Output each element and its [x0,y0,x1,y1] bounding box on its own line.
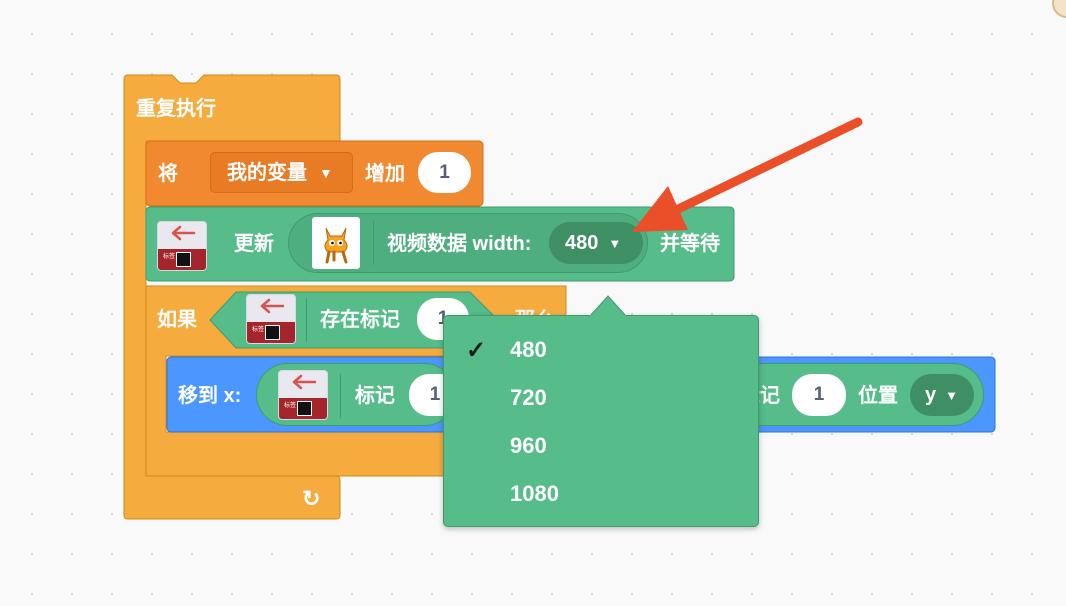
width-dropdown[interactable]: 480 ▼ [549,222,643,264]
marker-extension-icon: 标签 [246,294,296,344]
menu-item-480[interactable]: ✓ 480 [444,326,758,374]
scratch-cat-icon [324,227,348,264]
cat-sprite-thumbnail [312,217,360,269]
width-dropdown-menu: ✓ 480 720 960 1080 [443,315,759,527]
and-wait-label: 并等待 [660,233,720,255]
change-value-input[interactable]: 1 [418,152,471,193]
change-by-label: 增加 [365,163,405,185]
marker-label: 标记 [355,385,395,407]
width-value: 480 [565,232,599,254]
forever-label: 重复执行 [136,98,216,120]
dropdown-pointer [588,295,628,317]
marker-extension-icon: 标签 [278,370,328,420]
menu-item-720[interactable]: 720 [444,374,758,422]
goto-x-label: 移到 x: [178,385,242,407]
update-label: 更新 [234,233,274,255]
chevron-down-icon: ▼ [608,235,622,251]
change-label: 将 [158,163,178,185]
marker-y-input[interactable]: 1 [792,374,846,416]
if-label: 如果 [157,309,197,331]
variable-dropdown[interactable]: 我的变量 ▼ [210,152,353,193]
menu-item-1080[interactable]: 1080 [444,470,758,518]
menu-item-960[interactable]: 960 [444,422,758,470]
loop-arrow-icon: ↻ [302,486,321,511]
position-label: 位置 [858,385,898,407]
marker-extension-icon: 标签 [157,221,207,271]
axis-dropdown[interactable]: y ▼ [910,374,974,416]
chevron-down-icon: ▼ [319,164,333,181]
marker-exists-label: 存在标记 [320,309,400,331]
video-data-label: 视频数据 width: [387,233,532,255]
checkmark-icon: ✓ [466,336,487,364]
variable-name: 我的变量 [227,161,307,184]
axis-value: y [925,384,937,406]
chevron-down-icon: ▼ [945,387,958,403]
